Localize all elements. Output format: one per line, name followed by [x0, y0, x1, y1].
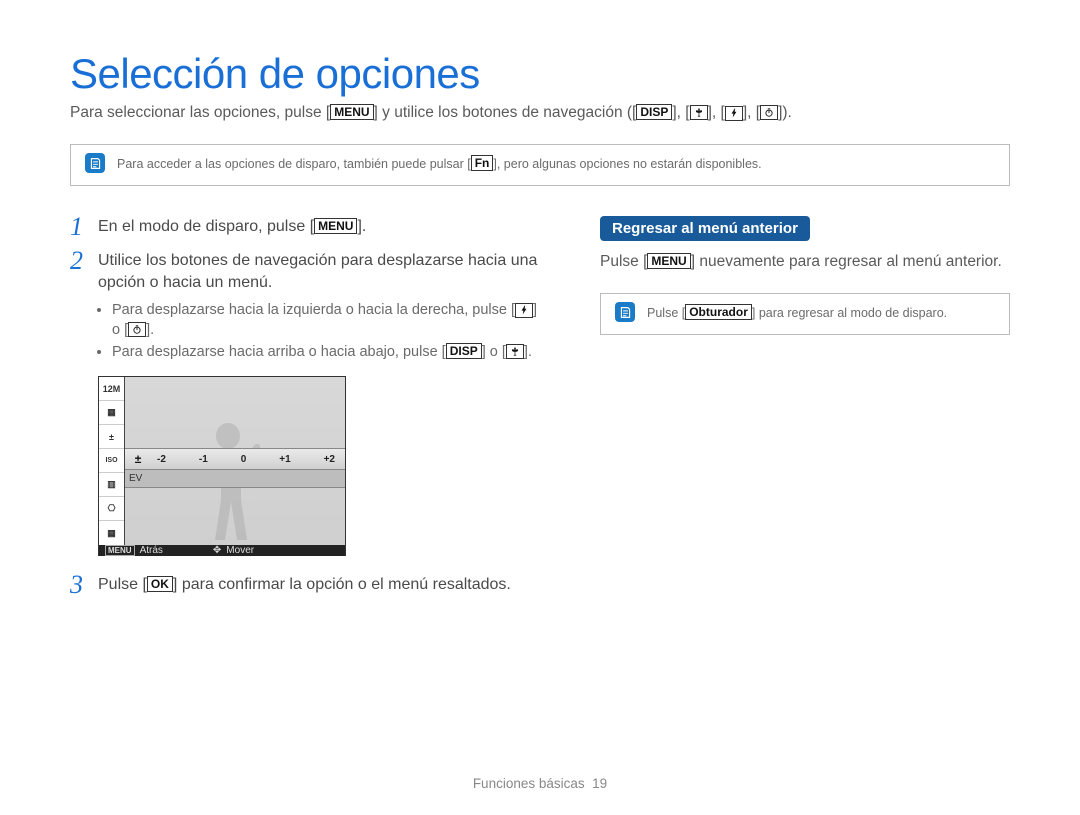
text: ], [ — [743, 104, 760, 121]
page-footer: Funciones básicas 19 — [0, 776, 1080, 791]
step-number: 3 — [70, 574, 88, 596]
step-body: En el modo de disparo, pulse [MENU]. — [98, 216, 540, 238]
note-icon — [85, 153, 105, 173]
ss-side-icon: ▦ — [99, 521, 124, 545]
flash-icon — [725, 106, 743, 121]
ev-tick: -1 — [199, 454, 208, 465]
ss-sidebar: 12M ▦ ± ISO ▥ ⎔ ▦ — [99, 377, 125, 545]
text: ] y utilice los botones de navegación ([ — [374, 104, 637, 121]
disp-key: DISP — [636, 104, 672, 120]
menu-key: MENU — [330, 104, 373, 120]
back-label: Atrás — [140, 545, 163, 556]
menu-key: MENU — [314, 218, 357, 234]
step-body: Utilice los botones de navegación para d… — [98, 250, 540, 364]
note-text: Para acceder a las opciones de disparo, … — [117, 155, 762, 171]
ev-tick: -2 — [157, 454, 166, 465]
flash-icon — [515, 303, 533, 318]
note-callout-2: Pulse [Obturador] para regresar al modo … — [600, 293, 1010, 335]
step-1: 1 En el modo de disparo, pulse [MENU]. — [70, 216, 540, 238]
ok-key: OK — [147, 576, 173, 592]
ss-side-icon: ▦ — [99, 401, 124, 425]
ss-side-icon: ⎔ — [99, 497, 124, 521]
ss-bottom-bar: MENU Atrás ✥ Mover — [99, 545, 345, 556]
left-column: 1 En el modo de disparo, pulse [MENU]. 2… — [70, 216, 540, 608]
ss-side-icon: 12M — [99, 377, 124, 401]
text: Para seleccionar las opciones, pulse [ — [70, 104, 330, 121]
ss-side-icon: ▥ — [99, 473, 124, 497]
timer-icon — [760, 105, 778, 120]
page-title: Selección de opciones — [70, 50, 1010, 98]
move-icon: ✥ — [213, 545, 221, 556]
step-number: 1 — [70, 216, 88, 238]
macro-icon — [506, 344, 524, 359]
camera-screenshot: 12M ▦ ± ISO ▥ ⎔ ▦ ± — [98, 376, 346, 556]
disp-key: DISP — [446, 343, 482, 359]
ss-side-icon: ± — [99, 425, 124, 449]
menu-label-icon: MENU — [105, 545, 135, 556]
bullet: Para desplazarse hacia la izquierda o ha… — [112, 300, 540, 340]
ev-tick: +1 — [279, 454, 290, 465]
note-icon — [615, 302, 635, 322]
text: ], [ — [708, 104, 725, 121]
timer-icon — [128, 322, 146, 337]
menu-key: MENU — [647, 253, 690, 269]
note-text: Pulse [Obturador] para regresar al modo … — [647, 304, 947, 320]
text: ]). — [778, 104, 792, 121]
ss-preview: ± -2 -1 0 +1 +2 EV — [125, 377, 345, 545]
note-callout-1: Para acceder a las opciones de disparo, … — [70, 144, 1010, 186]
fn-key: Fn — [471, 155, 494, 171]
ev-plusminus-icon: ± — [129, 452, 147, 467]
step-number: 2 — [70, 250, 88, 364]
right-text: Pulse [MENU] nuevamente para regresar al… — [600, 251, 1010, 273]
step-body: Pulse [OK] para confirmar la opción o el… — [98, 574, 540, 596]
ev-scale-row: ± -2 -1 0 +1 +2 — [125, 448, 345, 470]
text: ], [ — [672, 104, 689, 121]
shutter-key: Obturador — [685, 304, 752, 320]
step-3: 3 Pulse [OK] para confirmar la opción o … — [70, 574, 540, 596]
bullet: Para desplazarse hacia arriba o hacia ab… — [112, 342, 540, 362]
ss-side-icon: ISO — [99, 449, 124, 473]
move-label: Mover — [226, 545, 254, 556]
macro-icon — [690, 105, 708, 120]
right-column: Regresar al menú anterior Pulse [MENU] n… — [600, 216, 1010, 608]
intro-text: Para seleccionar las opciones, pulse [ME… — [70, 104, 1010, 122]
step-2: 2 Utilice los botones de navegación para… — [70, 250, 540, 364]
ev-tick: +2 — [324, 454, 335, 465]
ev-tick: 0 — [241, 454, 247, 465]
section-heading-pill: Regresar al menú anterior — [600, 216, 810, 241]
ev-label-row: EV — [125, 470, 345, 488]
